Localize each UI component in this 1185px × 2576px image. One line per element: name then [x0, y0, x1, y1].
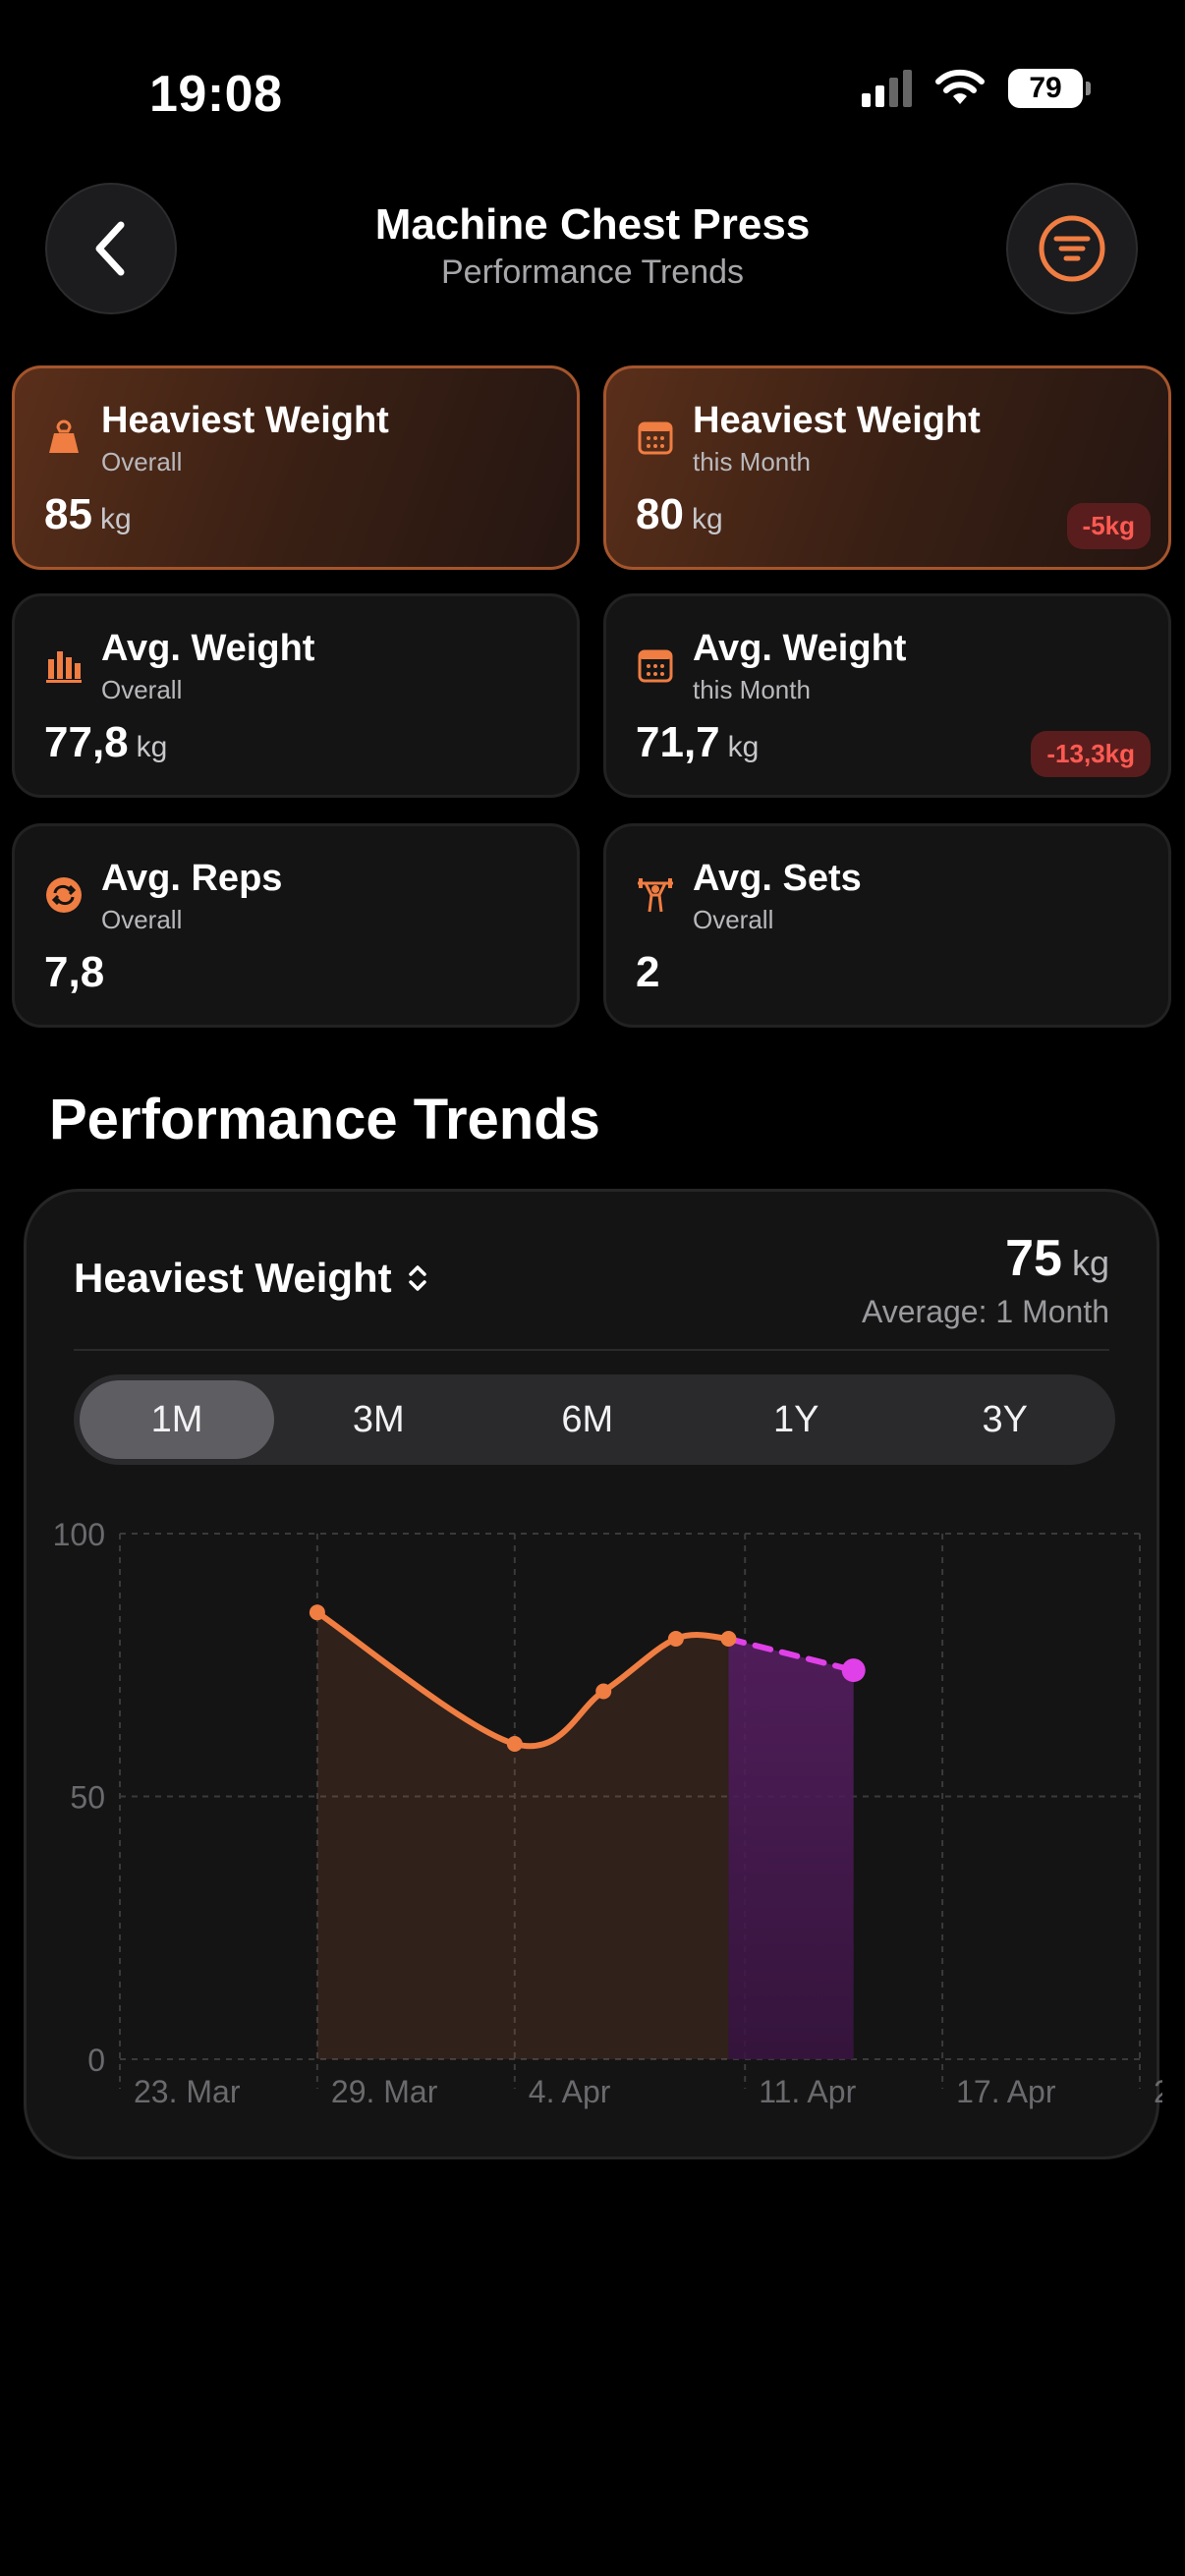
x-tick-label: 23. Apr [1154, 2074, 1162, 2109]
metric-selector[interactable]: Heaviest Weight [74, 1255, 429, 1302]
x-tick-label: 17. Apr [956, 2074, 1056, 2109]
card-subtitle: Overall [101, 675, 183, 704]
card-value: 71,7 kg [636, 718, 759, 767]
value-unit: kg [136, 731, 168, 763]
card-subtitle: Overall [101, 905, 183, 934]
x-tick-label: 23. Mar [134, 2074, 241, 2109]
summary-unit: kg [1071, 1243, 1109, 1283]
card-subtitle: this Month [693, 447, 811, 476]
data-point [506, 1736, 523, 1752]
data-point [595, 1683, 612, 1700]
data-point [309, 1604, 325, 1621]
weightlifter-icon [638, 878, 673, 913]
data-point [720, 1631, 737, 1647]
value-number: 80 [636, 490, 684, 538]
value-number: 71,7 [636, 718, 720, 766]
value-unit: kg [727, 731, 760, 763]
card-title: Avg. Reps [101, 858, 283, 899]
area-fill [316, 1612, 729, 2059]
stat-card-heaviest-overall[interactable]: Heaviest Weight Overall 85 kg [12, 365, 580, 570]
x-tick-label: 11. Apr [759, 2074, 856, 2109]
status-icons: 79 [862, 69, 1091, 108]
forecast-point [841, 1658, 866, 1683]
stat-card-avg-weight-overall[interactable]: Avg. Weight Overall 77,8 kg [12, 593, 580, 798]
wifi-icon [935, 69, 985, 104]
value-number: 77,8 [44, 718, 129, 766]
data-point [667, 1631, 684, 1647]
stat-card-avg-weight-month[interactable]: Avg. Weight this Month 71,7 kg -13,3kg [603, 593, 1171, 798]
section-title: Performance Trends [49, 1088, 600, 1151]
range-selector: 1M 3M 6M 1Y 3Y [74, 1374, 1115, 1465]
delta-badge: -5kg [1066, 503, 1151, 549]
repeat-icon [46, 877, 82, 913]
value-number: 85 [44, 490, 92, 538]
cellular-signal-icon [862, 70, 912, 107]
card-value: 85 kg [44, 490, 132, 539]
filter-icon [1039, 215, 1105, 282]
range-tab-6m[interactable]: 6M [483, 1380, 693, 1459]
stat-card-avg-sets[interactable]: Avg. Sets Overall 2 [603, 823, 1171, 1028]
x-tick-label: 4. Apr [529, 2074, 611, 2109]
calendar-icon [638, 649, 673, 683]
trend-chart-card: Heaviest Weight 75 kg Average: 1 Month 1M… [24, 1189, 1162, 2159]
y-tick-label: 0 [87, 2043, 105, 2078]
value-unit: kg [99, 503, 132, 535]
battery-indicator: 79 [1008, 69, 1091, 108]
range-tab-1m[interactable]: 1M [80, 1380, 274, 1459]
x-tick-label: 29. Mar [331, 2074, 438, 2109]
card-title: Avg. Sets [693, 858, 862, 899]
metric-label: Heaviest Weight [74, 1255, 392, 1301]
summary-value: 75 kg Average: 1 Month [862, 1229, 1109, 1330]
card-title: Avg. Weight [101, 628, 315, 669]
value-unit: kg [691, 503, 723, 535]
card-title: Heaviest Weight [101, 400, 389, 441]
calendar-icon [638, 421, 673, 455]
card-title: Heaviest Weight [693, 400, 981, 441]
kettlebell-icon [49, 420, 79, 453]
stat-card-heaviest-month[interactable]: Heaviest Weight this Month 80 kg -5kg [603, 365, 1171, 570]
range-tab-1y[interactable]: 1Y [692, 1380, 901, 1459]
divider [74, 1349, 1109, 1351]
status-time: 19:08 [149, 66, 283, 123]
value-number: 2 [636, 948, 660, 996]
summary-number: 75 [1005, 1230, 1062, 1287]
delta-badge: -13,3kg [1031, 731, 1151, 777]
card-subtitle: Overall [693, 905, 774, 934]
card-value: 80 kg [636, 490, 723, 539]
y-tick-label: 100 [53, 1517, 105, 1552]
range-tab-3m[interactable]: 3M [274, 1380, 483, 1459]
card-subtitle: this Month [693, 675, 811, 704]
chevron-up-down-icon [408, 1265, 426, 1291]
card-title: Avg. Weight [693, 628, 907, 669]
summary-caption: Average: 1 Month [861, 1294, 1109, 1329]
bar-chart-icon [46, 651, 82, 683]
range-tab-3y[interactable]: 3Y [901, 1380, 1110, 1459]
forecast-area [728, 1639, 854, 2059]
filter-button[interactable] [1006, 183, 1138, 314]
stat-card-avg-reps[interactable]: Avg. Reps Overall 7,8 [12, 823, 580, 1028]
card-subtitle: Overall [101, 447, 183, 476]
card-value: 77,8 kg [44, 718, 167, 767]
value-number: 7,8 [44, 948, 105, 996]
trend-chart: 100 50 0 23. Mar 29. Mar 4. Apr 11. Apr 17. Apr… [53, 1517, 1162, 2109]
card-value: 2 [636, 948, 659, 997]
y-tick-label: 50 [70, 1780, 105, 1816]
card-value: 7,8 [44, 948, 104, 997]
